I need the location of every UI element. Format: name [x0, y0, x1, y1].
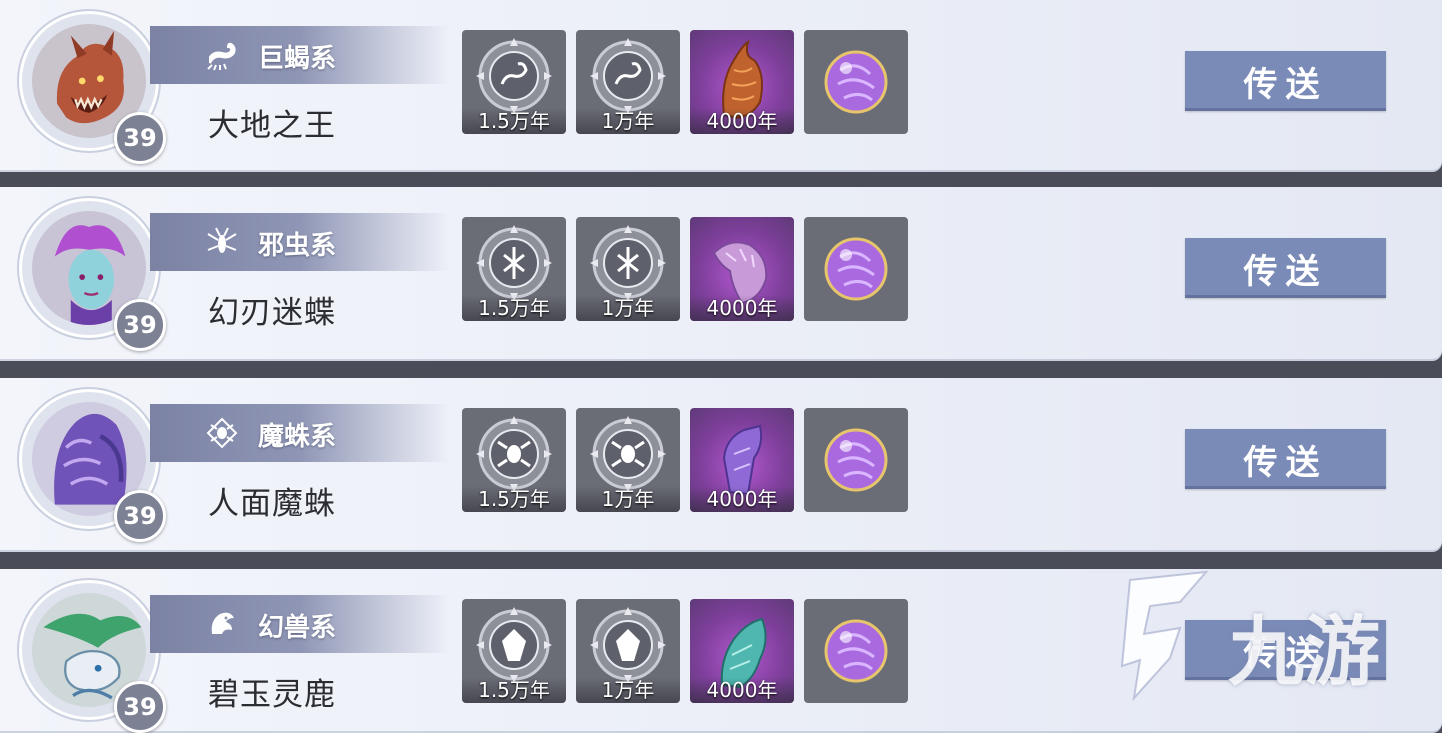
- beast-name: 幻刃迷蝶: [208, 295, 336, 331]
- series-banner: 魔蛛系: [150, 404, 450, 462]
- reward-ring-slot[interactable]: 1万年: [576, 599, 680, 703]
- reward-age: 1.5万年: [462, 486, 566, 512]
- scorpion-icon: [204, 37, 240, 73]
- series-banner: 幻兽系: [150, 595, 450, 653]
- purple-orb-icon: [824, 50, 888, 114]
- teleport-button[interactable]: 传送: [1185, 51, 1386, 111]
- reward-age: 4000年: [690, 108, 794, 134]
- reward-orb-slot[interactable]: [804, 408, 908, 512]
- reward-ring-slot[interactable]: 1.5万年: [462, 217, 566, 321]
- reward-age: 1万年: [576, 677, 680, 703]
- reward-age: 1.5万年: [462, 677, 566, 703]
- reward-ring-slot[interactable]: 1万年: [576, 408, 680, 512]
- beast-row: 39 邪虫系 幻刃迷蝶 1.5万年 1万年 4000年 传送: [0, 187, 1442, 361]
- reward-bone-slot[interactable]: 4000年: [690, 217, 794, 321]
- level-badge: 39: [114, 299, 166, 351]
- purple-orb-icon: [824, 237, 888, 301]
- reward-age: 1万年: [576, 295, 680, 321]
- reward-age: 4000年: [690, 486, 794, 512]
- teleport-button[interactable]: 传送: [1185, 238, 1386, 298]
- purple-orb-icon: [824, 428, 888, 492]
- beast-row: 39 幻兽系 碧玉灵鹿 1.5万年 1万年 4000年 传送: [0, 569, 1442, 733]
- reward-ring-slot[interactable]: 1万年: [576, 30, 680, 134]
- insect-icon: [204, 224, 240, 260]
- level-badge: 39: [114, 681, 166, 733]
- beast-name: 大地之王: [208, 108, 336, 144]
- reward-age: 4000年: [690, 677, 794, 703]
- purple-orb-icon: [824, 619, 888, 683]
- beast-row: 39 魔蛛系 人面魔蛛 1.5万年 1万年 4000年 传送: [0, 378, 1442, 552]
- series-banner: 巨蝎系: [150, 26, 450, 84]
- reward-bone-slot[interactable]: 4000年: [690, 599, 794, 703]
- reward-age: 4000年: [690, 295, 794, 321]
- teleport-button[interactable]: 传送: [1185, 620, 1386, 680]
- beast-name: 碧玉灵鹿: [208, 677, 336, 713]
- reward-orb-slot[interactable]: [804, 30, 908, 134]
- reward-ring-slot[interactable]: 1.5万年: [462, 30, 566, 134]
- reward-age: 1.5万年: [462, 108, 566, 134]
- reward-ring-slot[interactable]: 1.5万年: [462, 599, 566, 703]
- series-label: 魔蛛系: [258, 422, 337, 452]
- series-label: 巨蝎系: [258, 44, 337, 74]
- reward-bone-slot[interactable]: 4000年: [690, 408, 794, 512]
- beast-row: 39 巨蝎系 大地之王 1.5万年 1万年 4000年 传送: [0, 0, 1442, 172]
- reward-age: 1万年: [576, 486, 680, 512]
- spider-icon: [204, 415, 240, 451]
- reward-orb-slot[interactable]: [804, 217, 908, 321]
- reward-orb-slot[interactable]: [804, 599, 908, 703]
- level-badge: 39: [114, 112, 166, 164]
- beast-name: 人面魔蛛: [208, 486, 336, 522]
- series-label: 幻兽系: [258, 613, 337, 643]
- series-banner: 邪虫系: [150, 213, 450, 271]
- dragon-icon: [204, 606, 240, 642]
- reward-ring-slot[interactable]: 1万年: [576, 217, 680, 321]
- reward-age: 1.5万年: [462, 295, 566, 321]
- teleport-button[interactable]: 传送: [1185, 429, 1386, 489]
- reward-ring-slot[interactable]: 1.5万年: [462, 408, 566, 512]
- reward-age: 1万年: [576, 108, 680, 134]
- series-label: 邪虫系: [258, 231, 337, 261]
- level-badge: 39: [114, 490, 166, 542]
- reward-bone-slot[interactable]: 4000年: [690, 30, 794, 134]
